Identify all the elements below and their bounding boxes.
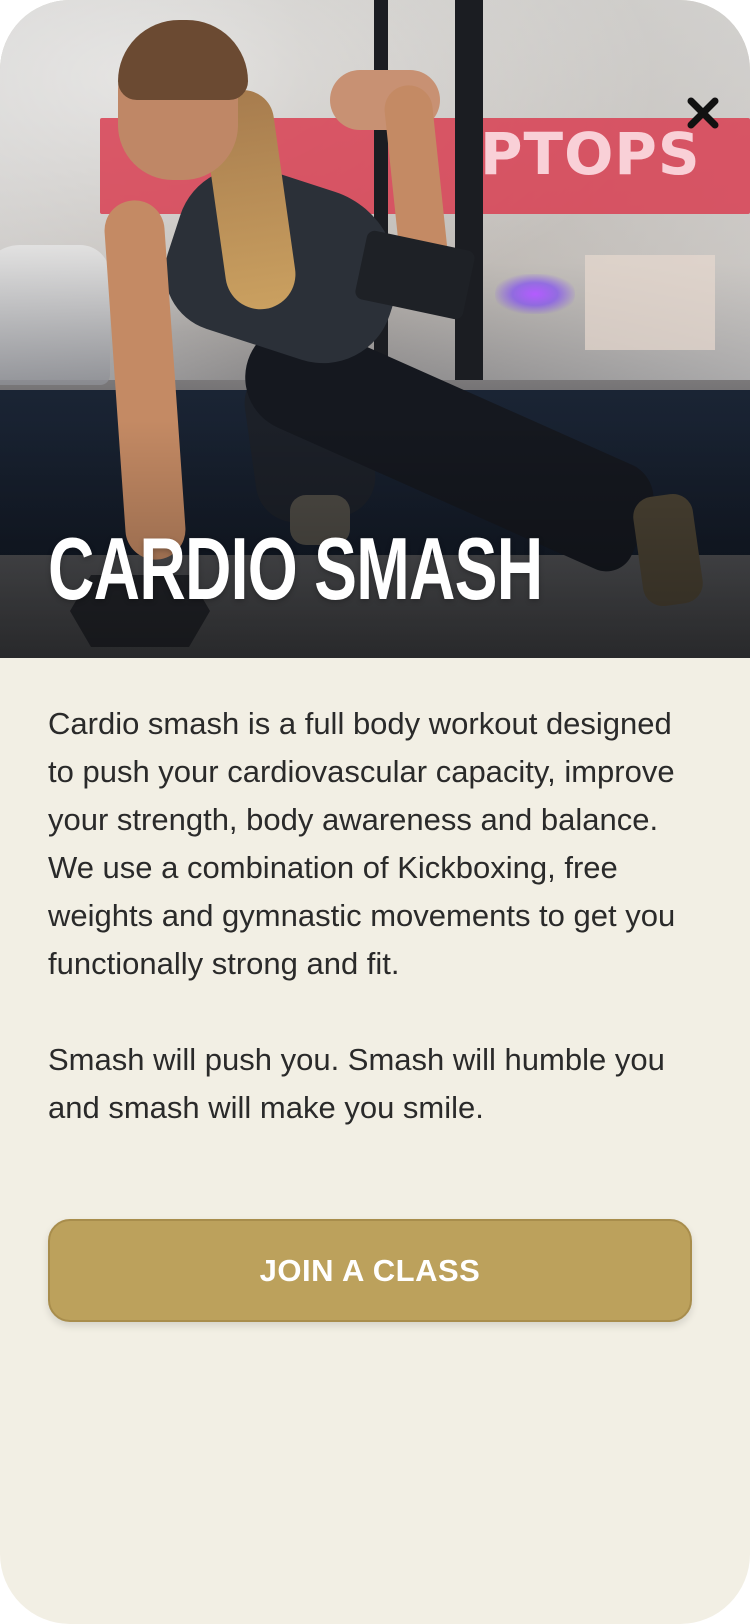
background-neon-light	[495, 274, 575, 314]
background-poster	[585, 255, 715, 350]
background-sign-text: PTOPS	[480, 120, 701, 188]
description-paragraph: Cardio smash is a full body workout desi…	[48, 706, 676, 981]
join-class-button[interactable]: JOIN A CLASS	[48, 1219, 692, 1322]
background-car	[0, 245, 110, 385]
close-icon	[687, 97, 719, 129]
class-description: Cardio smash is a full body workout desi…	[48, 700, 698, 1132]
hero-image: PTOPS CARDIO SMASH	[0, 0, 750, 658]
class-title: CARDIO SMASH	[48, 519, 543, 618]
close-button[interactable]	[686, 96, 720, 130]
class-detail-sheet: PTOPS CARDIO SMASH Cardio smash is a ful…	[0, 0, 750, 1624]
description-paragraph: Smash will push you. Smash will humble y…	[48, 1042, 665, 1125]
background-pillar	[455, 0, 483, 380]
